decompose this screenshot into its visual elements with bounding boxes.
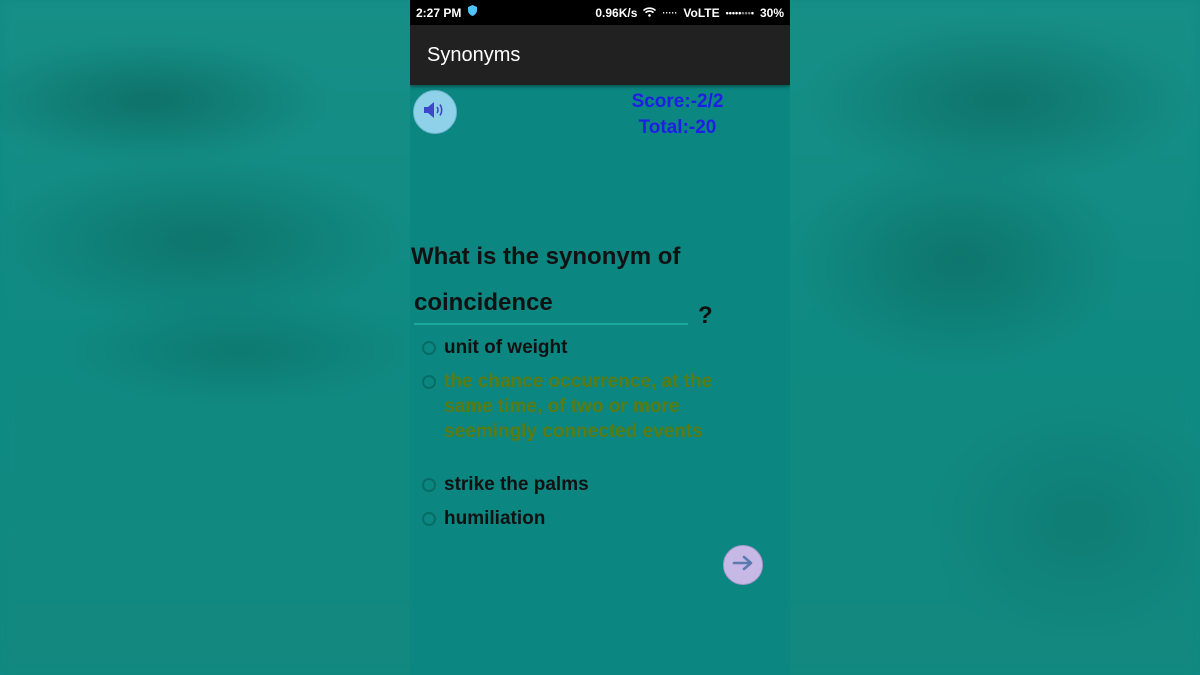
radio-button[interactable] [422,341,436,355]
option-label: strike the palms [444,474,589,495]
option-label: humiliation [444,508,546,529]
question-word: coincidence [414,289,553,316]
word-underline [414,323,688,325]
score-text: Score:-2/2 [631,91,724,112]
status-right: 0.96K/s ····· VoLTE ••••••••• 30% [595,6,784,20]
option-label: unit of weight [444,337,568,358]
radio-button[interactable] [422,512,436,526]
signal-dots-icon: ····· [662,8,678,18]
option-4[interactable]: humiliation [422,506,714,531]
arrow-right-icon [732,555,754,576]
question-prompt: What is the synonym of [411,243,681,270]
phone-screen: 2:27 PM 0.96K/s ····· VoLTE ••••••••• 30… [410,0,790,675]
option-label-correct: the chance occurrence, at the same time,… [444,371,713,442]
speaker-button[interactable] [413,90,457,134]
option-2[interactable]: the chance occurrence, at the same time,… [422,369,714,444]
speaker-icon [422,99,448,126]
total-text: Total:-20 [638,117,717,138]
radio-button[interactable] [422,478,436,492]
option-1[interactable]: unit of weight [422,335,714,360]
radio-button[interactable] [422,375,436,389]
app-title: Synonyms [427,44,521,66]
status-bar: 2:27 PM 0.96K/s ····· VoLTE ••••••••• 30… [410,0,790,25]
status-network: VoLTE [683,6,720,20]
status-time: 2:27 PM [416,6,462,20]
question-mark: ? [698,302,713,329]
wifi-icon [643,6,657,20]
option-3[interactable]: strike the palms [422,472,714,497]
score-panel: Score:-2/2 Total:-20 [610,89,745,141]
status-speed: 0.96K/s [595,6,638,20]
app-bar: Synonyms [410,25,790,85]
shield-icon [468,5,477,19]
next-button[interactable] [723,545,763,585]
signal-bars-icon: ••••••••• [725,8,754,18]
status-battery: 30% [759,6,784,20]
